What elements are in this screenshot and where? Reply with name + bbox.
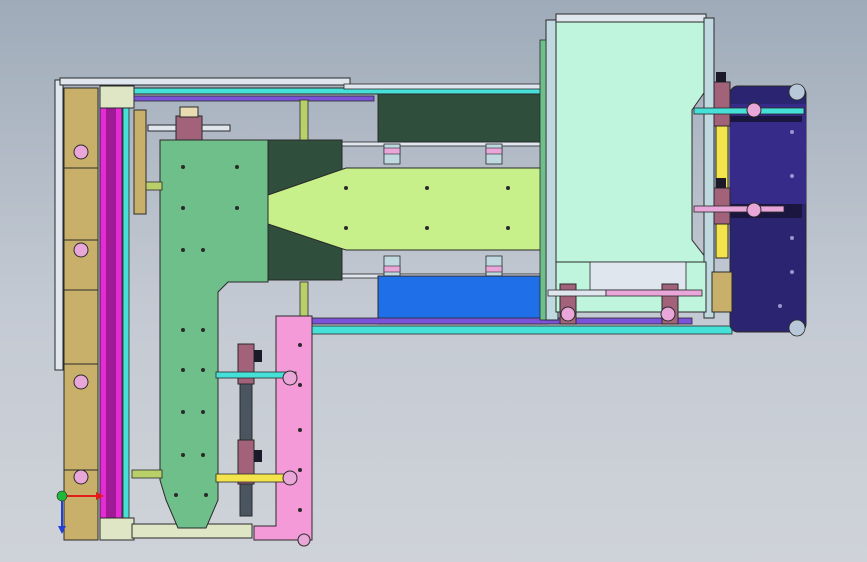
thin-guide-rail: [54, 79, 64, 371]
bottom-corner-block: [99, 517, 135, 541]
olive-vertical-rod-top: [299, 99, 309, 141]
top-rail-purple: [133, 95, 375, 102]
navy-plate-corner-top: [788, 83, 806, 101]
navy-plate-slot-top: [730, 116, 802, 122]
pink-bracket: [215, 315, 313, 547]
cad-viewport[interactable]: [0, 0, 867, 562]
magenta-rail-inner: [106, 104, 116, 540]
blue-block: [377, 275, 549, 325]
cyan-cross-rail: [311, 325, 733, 335]
top-corner-block: [99, 85, 135, 109]
lime-plate: [267, 167, 557, 251]
navy-plate-corner-bottom: [788, 319, 806, 337]
top-rail-outer: [59, 77, 351, 86]
axis-z: [56, 490, 68, 502]
top-rail-light: [343, 83, 555, 90]
center-carriage: [267, 93, 557, 325]
purple-cross-rail: [311, 317, 693, 325]
mint-plate-rod: [131, 469, 163, 479]
panel-top-cap: [555, 13, 707, 23]
tan-top-bracket: [133, 109, 147, 215]
mint-plate-rod-top: [145, 181, 163, 191]
bottom-right-block: [711, 271, 733, 313]
motor-cap: [179, 106, 199, 118]
dark-green-top-block: [377, 93, 549, 143]
bracket-foot: [297, 533, 311, 547]
right-panel: [539, 13, 729, 321]
pink-bracket-shape: [253, 315, 313, 541]
light-mint-panel: [555, 17, 707, 269]
assembly-drawing: [54, 13, 807, 547]
cyan-side-strip: [122, 103, 130, 525]
green-side-rail: [539, 39, 547, 321]
